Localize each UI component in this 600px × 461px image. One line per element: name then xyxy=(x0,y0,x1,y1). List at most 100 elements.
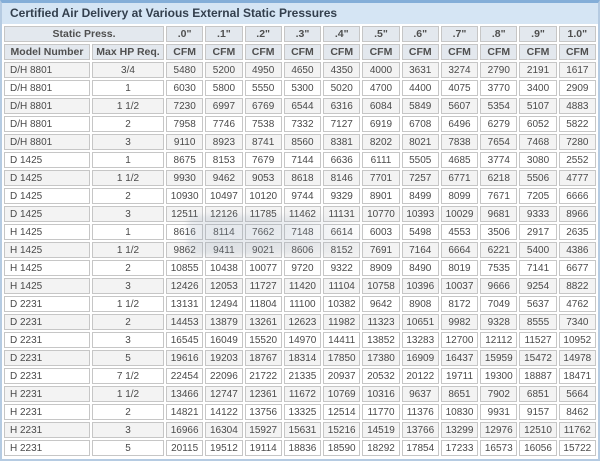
table-row: D 14252109301049710120974493298901849980… xyxy=(4,188,596,204)
cfm-value-cell: 17850 xyxy=(323,350,360,366)
cfm-value-cell: 7280 xyxy=(559,134,596,150)
cfm-value-cell: 7164 xyxy=(402,242,439,258)
cfm-unit-header-cell: CFM xyxy=(559,44,596,60)
cfm-value-cell: 12976 xyxy=(480,422,517,438)
cfm-value-cell: 5020 xyxy=(323,80,360,96)
cfm-value-cell: 4000 xyxy=(362,62,399,78)
cfm-value-cell: 7535 xyxy=(480,260,517,276)
cfm-value-cell: 5506 xyxy=(519,170,556,186)
cfm-value-cell: 9642 xyxy=(362,296,399,312)
cfm-value-cell: 8923 xyxy=(205,134,242,150)
cfm-value-cell: 6708 xyxy=(402,116,439,132)
cfm-value-cell: 8560 xyxy=(284,134,321,150)
cfm-value-cell: 16304 xyxy=(205,422,242,438)
cfm-value-cell: 11804 xyxy=(245,296,282,312)
cfm-value-cell: 7141 xyxy=(519,260,556,276)
cfm-value-cell: 6677 xyxy=(559,260,596,276)
cfm-value-cell: 8606 xyxy=(284,242,321,258)
cfm-value-cell: 7538 xyxy=(245,116,282,132)
cfm-value-cell: 20115 xyxy=(166,440,203,456)
pressure-header-cell: .3" xyxy=(284,26,321,42)
model-number-cell: D 1425 xyxy=(4,152,90,168)
cfm-value-cell: 10396 xyxy=(402,278,439,294)
cfm-value-cell: 15520 xyxy=(245,332,282,348)
page-title: Certified Air Delivery at Various Extern… xyxy=(2,3,598,24)
cfm-value-cell: 10029 xyxy=(441,206,478,222)
model-number-cell: D 1425 xyxy=(4,170,90,186)
cfm-value-cell: 9157 xyxy=(519,404,556,420)
cfm-value-cell: 4386 xyxy=(559,242,596,258)
cfm-value-cell: 18767 xyxy=(245,350,282,366)
cfm-value-cell: 7468 xyxy=(519,134,556,150)
cfm-value-cell: 3506 xyxy=(480,224,517,240)
cfm-value-cell: 18887 xyxy=(519,368,556,384)
cfm-value-cell: 16056 xyxy=(519,440,556,456)
cfm-value-cell: 12361 xyxy=(245,386,282,402)
table-row: H 14253124261205311727114201110410758103… xyxy=(4,278,596,294)
cfm-value-cell: 9637 xyxy=(402,386,439,402)
cfm-value-cell: 8555 xyxy=(519,314,556,330)
cfm-unit-header-cell: CFM xyxy=(441,44,478,60)
air-delivery-table: Static Press. .0".1".2".3".4".5".6".7".8… xyxy=(2,24,598,458)
cfm-value-cell: 7332 xyxy=(284,116,321,132)
cfm-value-cell: 8908 xyxy=(402,296,439,312)
cfm-value-cell: 7148 xyxy=(284,224,321,240)
cfm-value-cell: 4700 xyxy=(362,80,399,96)
cfm-value-cell: 21335 xyxy=(284,368,321,384)
cfm-value-cell: 9931 xyxy=(480,404,517,420)
cfm-unit-header-cell: CFM xyxy=(166,44,203,60)
max-hp-cell: 1 1/2 xyxy=(92,242,164,258)
cfm-value-cell: 10497 xyxy=(205,188,242,204)
cfm-value-cell: 4685 xyxy=(441,152,478,168)
cfm-value-cell: 6919 xyxy=(362,116,399,132)
cfm-value-cell: 16437 xyxy=(441,350,478,366)
cfm-value-cell: 18314 xyxy=(284,350,321,366)
cfm-value-cell: 10769 xyxy=(323,386,360,402)
cfm-value-cell: 18292 xyxy=(362,440,399,456)
cfm-unit-header-cell: CFM xyxy=(519,44,556,60)
cfm-value-cell: 8114 xyxy=(205,224,242,240)
cfm-value-cell: 8462 xyxy=(559,404,596,420)
cfm-value-cell: 11762 xyxy=(559,422,596,438)
cfm-value-cell: 5107 xyxy=(519,98,556,114)
cfm-value-cell: 6111 xyxy=(362,152,399,168)
max-hp-cell: 3/4 xyxy=(92,62,164,78)
cfm-value-cell: 10382 xyxy=(323,296,360,312)
cfm-value-cell: 14978 xyxy=(559,350,596,366)
cfm-value-cell: 11672 xyxy=(284,386,321,402)
cfm-value-cell: 10830 xyxy=(441,404,478,420)
cfm-value-cell: 12112 xyxy=(480,332,517,348)
table-row: H 22313169661630415927156311521614519137… xyxy=(4,422,596,438)
cfm-value-cell: 10770 xyxy=(362,206,399,222)
cfm-value-cell: 11131 xyxy=(323,206,360,222)
table-row: D/H 880127958774675387332712769196708649… xyxy=(4,116,596,132)
pressure-header-cell: .6" xyxy=(402,26,439,42)
pressure-header-cell: .7" xyxy=(441,26,478,42)
model-number-cell: D/H 8801 xyxy=(4,116,90,132)
model-number-cell: D 1425 xyxy=(4,206,90,222)
model-number-cell: D/H 8801 xyxy=(4,98,90,114)
cfm-value-cell: 3770 xyxy=(480,80,517,96)
max-hp-cell: 2 xyxy=(92,260,164,276)
cfm-value-cell: 12511 xyxy=(166,206,203,222)
max-hp-cell: 1 xyxy=(92,224,164,240)
cfm-value-cell: 4553 xyxy=(441,224,478,240)
cfm-value-cell: 13766 xyxy=(402,422,439,438)
cfm-value-cell: 13325 xyxy=(284,404,321,420)
cfm-value-cell: 7671 xyxy=(480,188,517,204)
cfm-value-cell: 6003 xyxy=(362,224,399,240)
cfm-value-cell: 6316 xyxy=(323,98,360,114)
max-hp-cell: 1 xyxy=(92,80,164,96)
cfm-value-cell: 8651 xyxy=(441,386,478,402)
cfm-value-cell: 5354 xyxy=(480,98,517,114)
cfm-value-cell: 7691 xyxy=(362,242,399,258)
cfm-value-cell: 9110 xyxy=(166,134,203,150)
cfm-value-cell: 7127 xyxy=(323,116,360,132)
max-hp-cell: 3 xyxy=(92,206,164,222)
cfm-value-cell: 7679 xyxy=(245,152,282,168)
max-hp-cell: 1 1/2 xyxy=(92,170,164,186)
cfm-value-cell: 11420 xyxy=(284,278,321,294)
cfm-value-cell: 5300 xyxy=(284,80,321,96)
model-number-cell: H 1425 xyxy=(4,260,90,276)
cfm-value-cell: 10651 xyxy=(402,314,439,330)
